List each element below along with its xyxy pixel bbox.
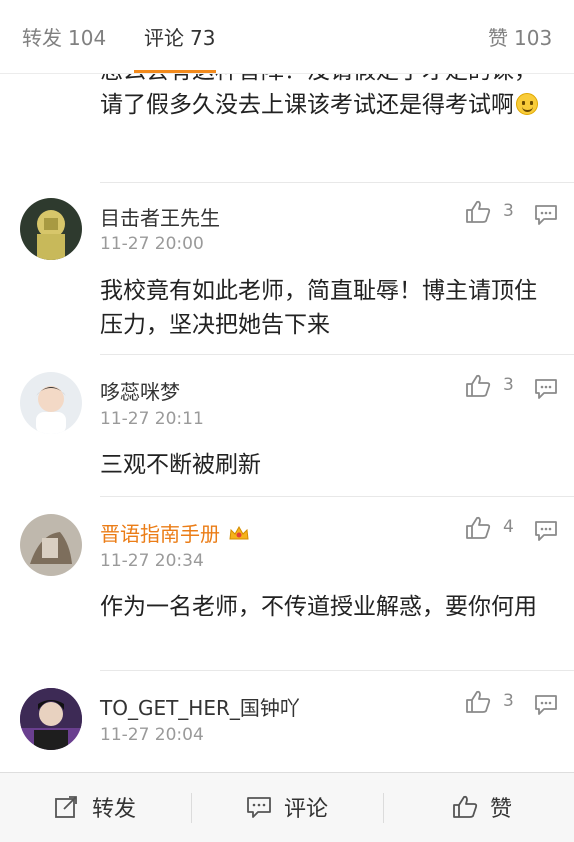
tab-like-count: 103	[514, 26, 553, 50]
reply-button[interactable]	[534, 378, 558, 400]
tab-repost[interactable]: 转发 104	[22, 22, 106, 51]
tab-comment-count: 73	[190, 26, 216, 50]
like-button[interactable]: 3	[465, 374, 514, 400]
tab-repost-count: 104	[68, 26, 107, 50]
like-button[interactable]: 3	[465, 200, 514, 226]
timestamp: 11-27 20:00	[100, 234, 204, 254]
avatar[interactable]	[20, 198, 82, 260]
comment-text: 我校竟有如此老师，简直耻辱！博主请顶住压力，坚决把她告下来	[100, 278, 537, 338]
like-label: 赞	[490, 797, 513, 822]
like-count: 3	[503, 201, 514, 221]
like-count: 4	[503, 517, 514, 537]
tab-comment[interactable]: 评论 73	[144, 22, 215, 51]
thumb-up-icon	[466, 200, 491, 223]
comment-text: 作为一名老师，不传道授业解惑，要你何用	[100, 594, 537, 620]
smile-emoji-icon	[516, 93, 538, 115]
divider	[100, 182, 574, 183]
timestamp: 11-27 20:34	[100, 551, 204, 571]
tab-comment-label: 评论	[144, 26, 184, 50]
comment-icon	[247, 797, 271, 818]
thumb-up-icon	[466, 690, 491, 713]
like-button[interactable]: 3	[465, 690, 514, 716]
reply-button[interactable]	[534, 520, 558, 542]
like-count: 3	[503, 375, 514, 395]
reply-icon	[535, 205, 557, 225]
reply-icon	[535, 379, 557, 399]
divider	[100, 670, 574, 671]
avatar[interactable]	[20, 372, 82, 434]
tab-repost-label: 转发	[22, 26, 62, 50]
thumb-up-icon	[466, 374, 491, 397]
comment-feed[interactable]: 怎么会有这种智障？没请假走了才走的课，请了假多久没去上课该考试还是得考试啊 目击…	[0, 74, 574, 772]
thumb-up-icon	[466, 516, 491, 539]
comment-label: 评论	[284, 797, 329, 822]
repost-label: 转发	[92, 797, 137, 822]
tab-like[interactable]: 赞 103	[488, 22, 552, 51]
avatar[interactable]	[20, 514, 82, 576]
reply-button[interactable]	[534, 694, 558, 716]
like-count: 3	[503, 691, 514, 711]
timestamp: 11-27 20:04	[100, 725, 204, 745]
divider	[383, 793, 384, 823]
like-button[interactable]: 4	[465, 516, 514, 542]
bottom-action-bar: 转发 评论 赞	[0, 772, 574, 842]
username[interactable]: 晋语指南手册	[100, 518, 250, 547]
avatar[interactable]	[20, 688, 82, 750]
divider	[100, 496, 574, 497]
timestamp: 11-27 20:11	[100, 409, 204, 429]
divider	[100, 354, 574, 355]
reply-button[interactable]	[534, 204, 558, 226]
reply-icon	[535, 521, 557, 541]
username[interactable]: TO_GET_HER_国钟吖	[100, 692, 300, 721]
username[interactable]: 哆蕊咪梦	[100, 376, 180, 405]
username[interactable]: 目击者王先生	[100, 202, 220, 231]
thumb-up-icon	[453, 795, 478, 818]
active-tab-indicator	[134, 70, 216, 73]
repost-icon	[55, 796, 77, 818]
crown-badge-icon	[229, 525, 249, 540]
divider	[191, 793, 192, 823]
comment-tabs: 转发 104 评论 73 赞 103	[0, 0, 574, 74]
comment-text: 三观不断被刷新	[100, 452, 261, 478]
tab-like-label: 赞	[488, 26, 508, 50]
comment-text-partial: 怎么会有这种智障？没请假走了才走的课，请了假多久没去上课该考试还是得考试啊	[100, 74, 546, 122]
reply-icon	[535, 695, 557, 715]
